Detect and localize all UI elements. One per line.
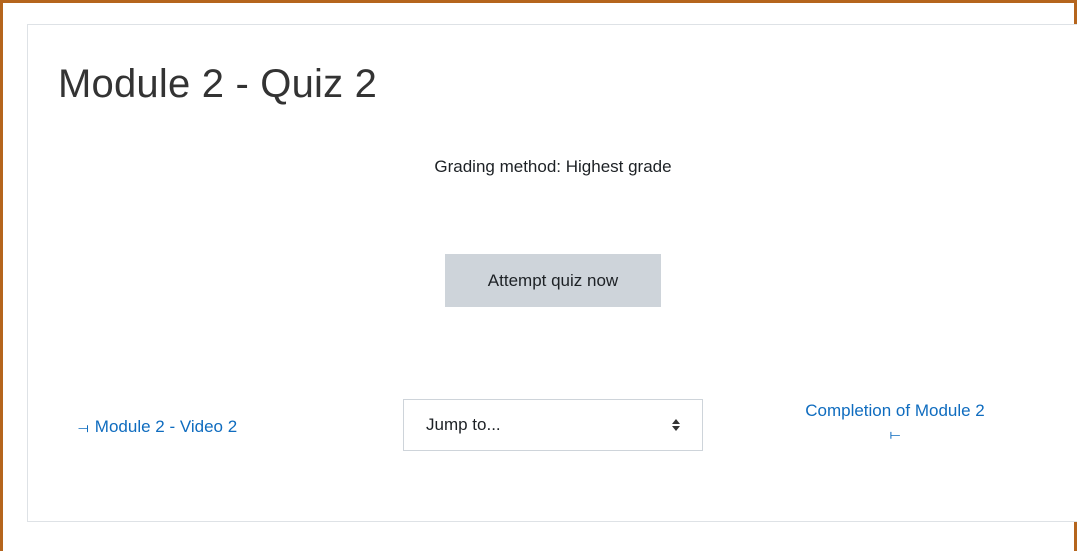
page-title: Module 2 - Quiz 2 [58,62,378,106]
grading-method-text: Grading method: Highest grade [434,157,672,176]
select-updown-icon [672,419,680,431]
attempt-quiz-button[interactable]: Attempt quiz now [445,254,661,307]
next-activity-label: Completion of Module 2 [805,401,985,420]
next-activity-link[interactable]: Completion of Module 2 ⟝ [740,398,1050,441]
arrow-left-icon: ⟞ [78,419,89,435]
jump-to-selected-value: Jump to... [426,415,501,434]
previous-activity-link[interactable]: ⟞ Module 2 - Video 2 [78,417,237,437]
previous-activity-label: Module 2 - Video 2 [94,417,238,436]
arrow-right-icon: ⟝ [889,426,901,442]
jump-to-select[interactable]: Jump to... [403,399,703,451]
